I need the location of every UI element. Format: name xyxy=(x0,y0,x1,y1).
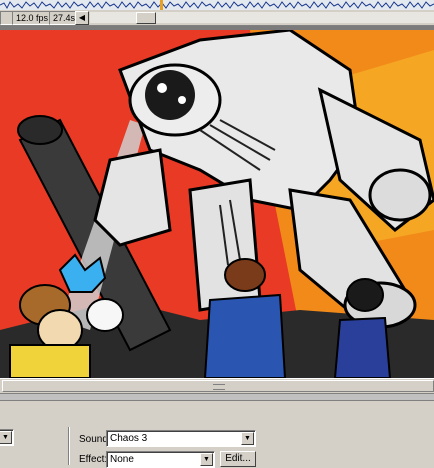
chevron-down-icon[interactable]: ▼ xyxy=(0,431,12,444)
stage-canvas[interactable] xyxy=(0,30,434,378)
chevron-down-icon[interactable]: ▼ xyxy=(200,453,213,466)
properties-panel: ▼ Sound: Chaos 3 ▼ Effect: None ▼ xyxy=(0,400,434,468)
chevron-down-icon[interactable]: ▼ xyxy=(241,432,254,445)
effect-select[interactable]: None ▼ xyxy=(106,451,215,468)
effect-label: Effect: xyxy=(79,454,108,465)
sound-select[interactable]: Chaos 3 ▼ xyxy=(106,430,256,447)
sound-select-value: Chaos 3 xyxy=(110,433,148,444)
waveform-graphic xyxy=(0,0,434,10)
timeline-status-bar: 12.0 fps 27.4s ◀ xyxy=(0,10,434,26)
stage-pasteboard xyxy=(0,26,434,378)
timeline-scroll-track[interactable] xyxy=(90,12,434,24)
panel-resize-divider[interactable] xyxy=(0,393,434,400)
scroll-left-button[interactable]: ◀ xyxy=(75,11,89,25)
frame-rate-readout: 12.0 fps xyxy=(12,11,53,25)
edit-effect-button[interactable]: Edit... xyxy=(220,451,256,467)
scroll-grip-icon xyxy=(213,384,225,390)
cartoon-artwork xyxy=(0,30,434,378)
stage-horizontal-scrollbar[interactable] xyxy=(0,378,434,393)
panel-separator xyxy=(68,427,70,465)
left-dropdown[interactable]: ▼ xyxy=(0,429,14,446)
timeline-scroll-thumb[interactable] xyxy=(136,12,156,24)
effect-select-value: None xyxy=(110,454,134,465)
stage-scroll-thumb[interactable] xyxy=(2,380,434,392)
